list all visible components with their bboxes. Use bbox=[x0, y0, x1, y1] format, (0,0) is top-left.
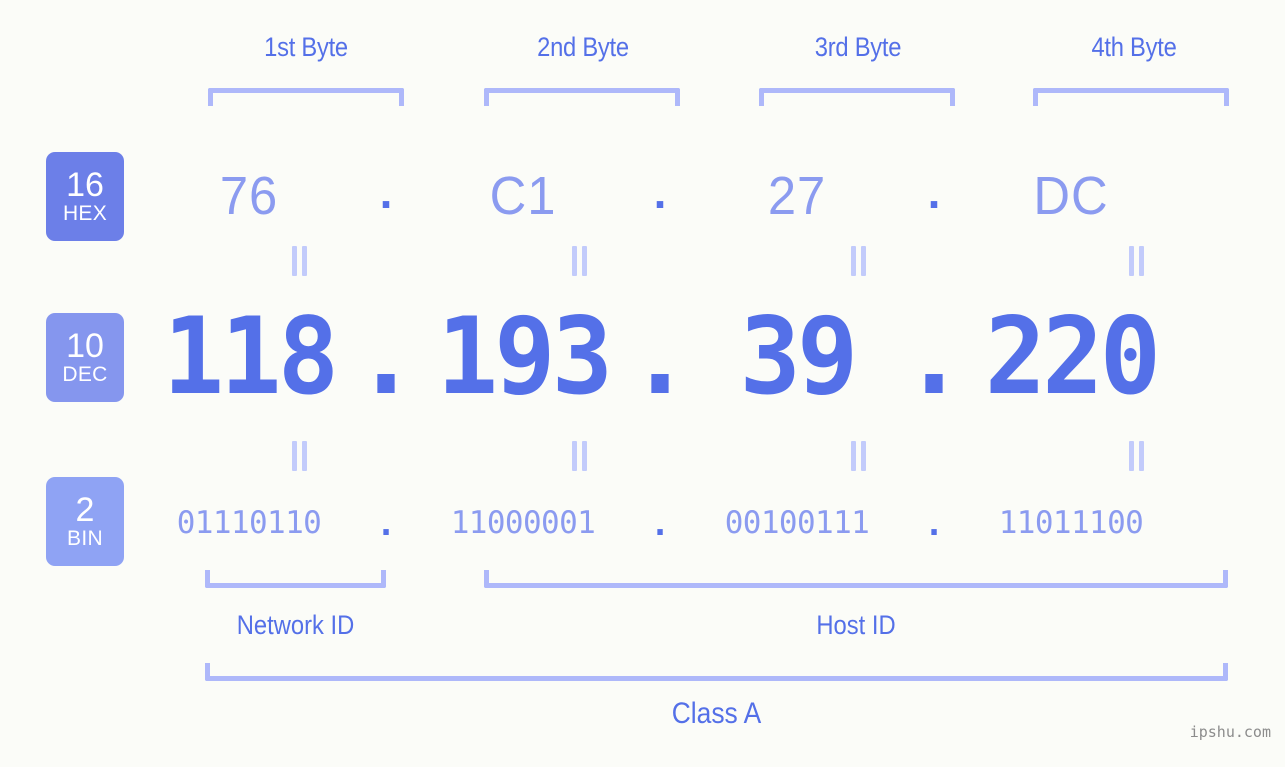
hex-byte-1: 76 bbox=[219, 166, 279, 226]
equals-icon-dec-bin-3 bbox=[848, 441, 870, 471]
equals-icon-hex-dec-1 bbox=[289, 246, 311, 276]
equals-icon-dec-bin-4 bbox=[1126, 441, 1148, 471]
radix-badge-dec-number: 10 bbox=[66, 326, 104, 365]
equals-icon-hex-dec-3 bbox=[848, 246, 870, 276]
hex-separator-1: . bbox=[379, 166, 393, 218]
bin-byte-1: 01110110 bbox=[176, 505, 322, 541]
equals-icon-dec-bin-2 bbox=[569, 441, 591, 471]
bin-separator-3: . bbox=[924, 503, 944, 543]
network-id-bracket bbox=[205, 570, 386, 588]
host-id-bracket bbox=[484, 570, 1228, 588]
bin-separator-1: . bbox=[376, 503, 396, 543]
watermark: ipshu.com bbox=[1189, 723, 1271, 741]
hex-separator-2: . bbox=[653, 166, 667, 218]
byte-header-3: 3rd Byte bbox=[814, 32, 902, 62]
ip-address-breakdown-diagram: 1st Byte 2nd Byte 3rd Byte 4th Byte 16 H… bbox=[0, 0, 1285, 767]
hex-byte-3: 27 bbox=[767, 166, 827, 226]
dec-byte-1: 118 bbox=[162, 295, 339, 418]
dec-separator-3: . bbox=[902, 295, 966, 418]
radix-badge-bin: 2 BIN bbox=[46, 477, 124, 566]
dec-byte-3: 39 bbox=[739, 295, 859, 418]
radix-badge-dec: 10 DEC bbox=[46, 313, 124, 402]
dec-value-row: 118 . 193 . 39 . 220 bbox=[150, 292, 1245, 422]
hex-byte-2: C1 bbox=[489, 166, 557, 226]
radix-badge-hex-number: 16 bbox=[66, 165, 104, 204]
bin-value-row: 01110110 . 11000001 . 00100111 . 1101110… bbox=[150, 492, 1245, 554]
hex-value-row: 76 . C1 . 27 . DC bbox=[150, 150, 1245, 242]
equals-icon-dec-bin-1 bbox=[289, 441, 311, 471]
hex-separator-3: . bbox=[927, 166, 941, 218]
dec-separator-2: . bbox=[628, 295, 692, 418]
byte-bracket-top-1 bbox=[208, 88, 404, 106]
byte-header-4: 4th Byte bbox=[1091, 32, 1177, 62]
radix-badge-dec-system: DEC bbox=[62, 362, 108, 386]
dec-separator-1: . bbox=[354, 295, 418, 418]
dec-byte-4: 220 bbox=[984, 295, 1161, 418]
byte-bracket-top-3 bbox=[759, 88, 955, 106]
bin-byte-4: 11011100 bbox=[998, 505, 1144, 541]
class-bracket bbox=[205, 663, 1228, 681]
hex-byte-4: DC bbox=[1033, 166, 1109, 226]
byte-bracket-top-4 bbox=[1033, 88, 1229, 106]
byte-header-1: 1st Byte bbox=[264, 32, 348, 62]
bin-separator-2: . bbox=[650, 503, 670, 543]
network-id-label: Network ID bbox=[236, 610, 355, 640]
host-id-label: Host ID bbox=[816, 610, 896, 640]
byte-bracket-top-2 bbox=[484, 88, 680, 106]
radix-badge-hex: 16 HEX bbox=[46, 152, 124, 241]
class-label: Class A bbox=[671, 697, 762, 730]
equals-icon-hex-dec-4 bbox=[1126, 246, 1148, 276]
bin-byte-2: 11000001 bbox=[450, 505, 596, 541]
radix-badge-bin-number: 2 bbox=[75, 490, 95, 529]
bin-byte-3: 00100111 bbox=[724, 505, 870, 541]
equals-icon-hex-dec-2 bbox=[569, 246, 591, 276]
radix-badge-bin-system: BIN bbox=[67, 526, 103, 550]
radix-badge-hex-system: HEX bbox=[62, 201, 108, 225]
byte-header-2: 2nd Byte bbox=[537, 32, 629, 62]
dec-byte-2: 193 bbox=[436, 295, 613, 418]
